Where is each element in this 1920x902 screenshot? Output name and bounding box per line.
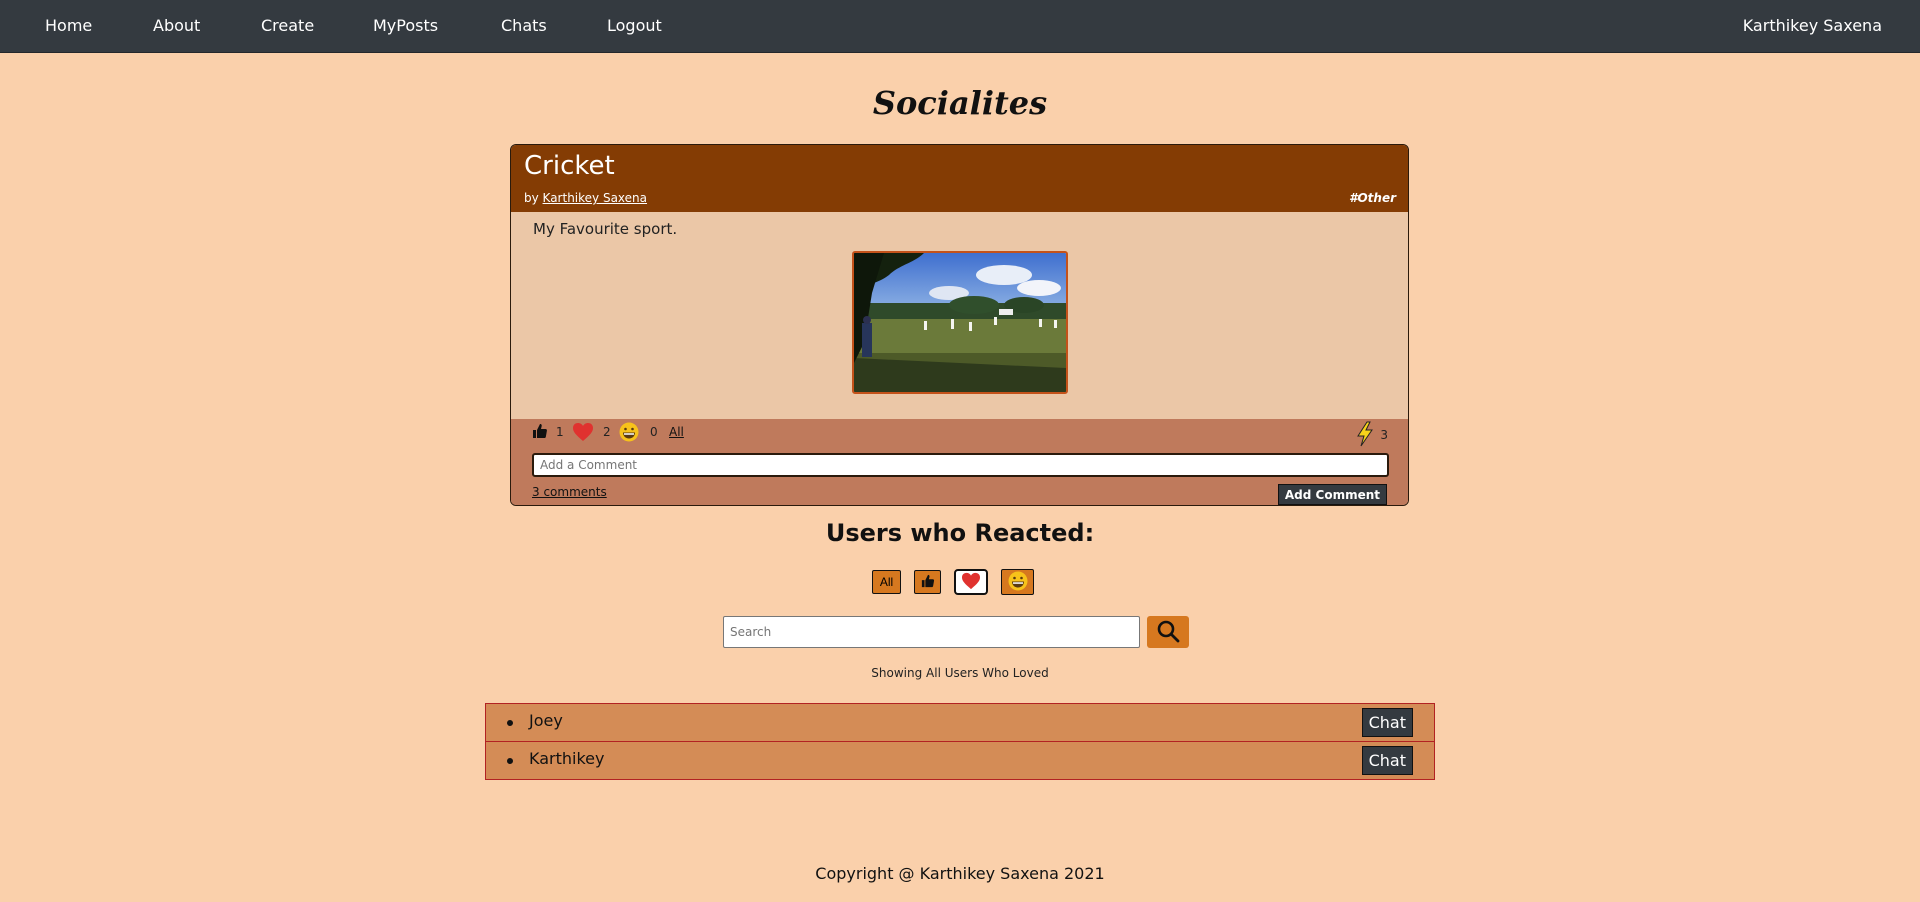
post-header: Cricket by Karthikey Saxena #Other — [511, 145, 1408, 212]
post-footer: 1 2 0 All 3 3 comments Add Comment — [511, 419, 1408, 505]
post-author-link[interactable]: Karthikey Saxena — [543, 191, 647, 205]
like-count: 1 — [556, 425, 564, 439]
laugh-count: 0 — [650, 425, 658, 439]
post-text: My Favourite sport. — [533, 220, 678, 238]
comment-input[interactable] — [532, 453, 1389, 477]
reacted-users-list: Joey Chat Karthikey Chat — [485, 703, 1435, 780]
chat-button[interactable]: Chat — [1361, 708, 1413, 737]
list-item: Karthikey Chat — [485, 741, 1435, 780]
user-name: Karthikey — [529, 749, 605, 768]
thumbs-up-icon — [921, 574, 934, 587]
nav-user-profile[interactable]: Karthikey Saxena — [1743, 16, 1882, 35]
search-icon — [1157, 620, 1180, 642]
by-label: by — [524, 191, 539, 205]
bullet-icon — [507, 720, 513, 726]
search-input[interactable] — [723, 616, 1140, 648]
chat-button[interactable]: Chat — [1361, 746, 1413, 775]
nav-chats[interactable]: Chats — [501, 16, 547, 35]
post-image — [852, 251, 1068, 394]
filter-like-button[interactable] — [914, 570, 941, 594]
navbar: Home About Create MyPosts Chats Logout K… — [0, 0, 1920, 53]
nav-create[interactable]: Create — [261, 16, 314, 35]
nav-myposts[interactable]: MyPosts — [373, 16, 438, 35]
search-button[interactable] — [1147, 616, 1189, 648]
bullet-icon — [507, 758, 513, 764]
post-byline: by Karthikey Saxena — [524, 191, 647, 205]
post-card: Cricket by Karthikey Saxena #Other My Fa… — [510, 144, 1409, 506]
grinning-face-icon[interactable] — [619, 422, 639, 446]
like-icon[interactable] — [532, 423, 548, 443]
list-item: Joey Chat — [485, 703, 1435, 742]
add-comment-button[interactable]: Add Comment — [1277, 484, 1387, 505]
filter-all-button[interactable]: All — [872, 570, 901, 594]
all-reactions-link[interactable]: All — [669, 425, 684, 439]
nav-home[interactable]: Home — [45, 16, 92, 35]
filter-love-button[interactable] — [954, 569, 988, 595]
nav-about[interactable]: About — [153, 16, 200, 35]
post-tag[interactable]: #Other — [1349, 191, 1396, 205]
reacted-title: Users who Reacted: — [825, 519, 1095, 547]
bolt-count: 3 — [1380, 428, 1388, 442]
lightning-icon — [1356, 421, 1374, 451]
user-name: Joey — [529, 711, 563, 730]
copyright: Copyright @ Karthikey Saxena 2021 — [815, 864, 1105, 883]
grinning-face-icon — [1008, 571, 1027, 590]
showing-text: Showing All Users Who Loved — [871, 666, 1049, 680]
nav-logout[interactable]: Logout — [607, 16, 662, 35]
heart-icon — [962, 572, 980, 589]
filter-laugh-button[interactable] — [1001, 569, 1034, 595]
post-title: Cricket — [524, 151, 615, 181]
post-body: My Favourite sport. — [511, 212, 1408, 419]
heart-icon[interactable] — [572, 422, 594, 446]
site-title: Socialites — [872, 84, 1048, 122]
comments-link[interactable]: 3 comments — [532, 485, 607, 499]
love-count: 2 — [603, 425, 611, 439]
